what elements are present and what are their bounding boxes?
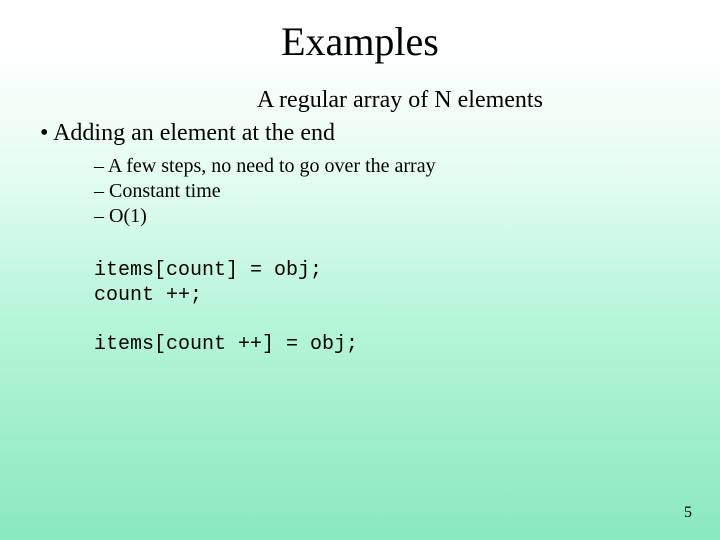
bullet-level2: A few steps, no need to go over the arra… (110, 155, 680, 178)
bullet-level1: Adding an element at the end (58, 120, 680, 147)
page-number: 5 (684, 504, 692, 522)
slide-subtitle: A regular array of N elements (40, 87, 680, 114)
slide-body: A regular array of N elements Adding an … (0, 87, 720, 357)
code-block-1: items[count] = obj; count ++; (94, 258, 680, 308)
spacer (40, 308, 680, 332)
slide-title: Examples (0, 0, 720, 87)
bullet-level2: Constant time (110, 180, 680, 203)
spacer (40, 230, 680, 258)
code-block-2: items[count ++] = obj; (94, 332, 680, 357)
bullet-level2: O(1) (110, 205, 680, 228)
